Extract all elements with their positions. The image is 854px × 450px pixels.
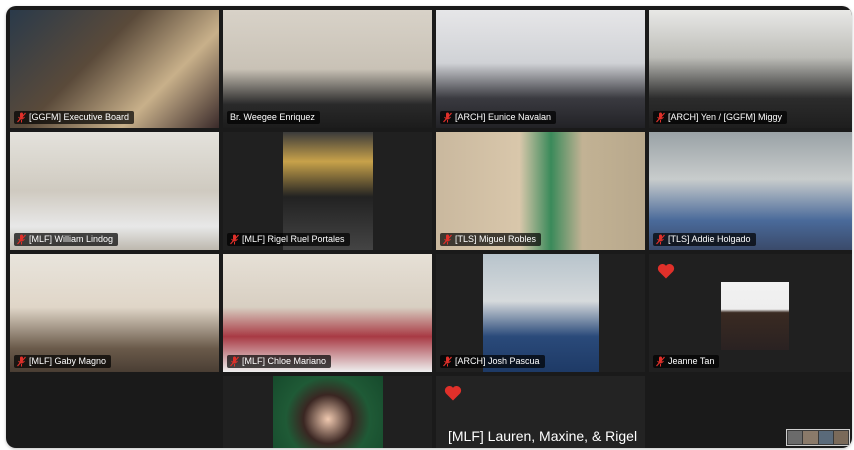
participant-name-label: [ARCH] Josh Pascua <box>440 355 545 368</box>
participant-name-label: Jeanne Tan <box>653 355 720 368</box>
microphone-muted-icon <box>656 356 665 367</box>
video-tile-green-portrait[interactable] <box>223 376 432 448</box>
video-tile-william-lindog[interactable]: [MLF] William Lindog <box>10 132 219 250</box>
microphone-muted-icon <box>230 356 239 367</box>
video-tile-chloe-mariano[interactable]: [MLF] Chloe Mariano <box>223 254 432 372</box>
heart-icon <box>657 264 675 279</box>
participant-name: [MLF] William Lindog <box>29 234 114 244</box>
microphone-muted-icon <box>443 234 452 245</box>
video-tile-miguel-robles[interactable]: [TLS] Miguel Robles <box>436 132 645 250</box>
participant-name-label: [MLF] Gaby Magno <box>14 355 112 368</box>
video-tile-addie-holgado[interactable]: [TLS] Addie Holgado <box>649 132 852 250</box>
microphone-muted-icon <box>17 356 26 367</box>
participant-name: Jeanne Tan <box>668 356 715 366</box>
participant-name-label: [MLF] William Lindog <box>14 233 119 246</box>
microphone-muted-icon <box>443 356 452 367</box>
thumbnail-cell <box>788 431 803 444</box>
participant-name: [MLF] Rigel Ruel Portales <box>242 234 345 244</box>
participant-name: [ARCH] Eunice Navalan <box>455 112 552 122</box>
participant-name-label: [TLS] Addie Holgado <box>653 233 756 246</box>
participant-name: [TLS] Miguel Robles <box>455 234 537 244</box>
microphone-muted-icon <box>17 234 26 245</box>
participant-name: [ARCH] Yen / [GGFM] Miggy <box>668 112 783 122</box>
participant-name: [MLF] Chloe Mariano <box>242 356 327 366</box>
participant-name-label: Br. Weegee Enriquez <box>227 111 320 124</box>
video-tile-josh-pascua[interactable]: [ARCH] Josh Pascua <box>436 254 645 372</box>
participant-name-label: [GGFM] Executive Board <box>14 111 135 124</box>
video-tile-yen-miggy[interactable]: [ARCH] Yen / [GGFM] Miggy <box>649 10 852 128</box>
participant-name: [TLS] Addie Holgado <box>668 234 751 244</box>
participant-name: [MLF] Gaby Magno <box>29 356 107 366</box>
zoom-gallery-view: [GGFM] Executive Board Br. Weegee Enriqu… <box>6 6 852 448</box>
microphone-muted-icon <box>443 112 452 123</box>
participant-image <box>273 376 383 448</box>
participant-name: [GGFM] Executive Board <box>29 112 130 122</box>
microphone-muted-icon <box>17 112 26 123</box>
participant-name-label: [MLF] Chloe Mariano <box>227 355 332 368</box>
participant-name: [ARCH] Josh Pascua <box>455 356 540 366</box>
microphone-muted-icon <box>656 112 665 123</box>
participant-image <box>721 282 789 350</box>
video-tile-weegee-enriquez[interactable]: Br. Weegee Enriquez <box>223 10 432 128</box>
thumbnail-cell <box>818 431 833 444</box>
participant-name-label: [ARCH] Yen / [GGFM] Miggy <box>653 111 788 124</box>
participant-name-label: [TLS] Miguel Robles <box>440 233 542 246</box>
thumbnail-cell <box>833 431 848 444</box>
video-tile-jeanne-tan[interactable]: Jeanne Tan <box>649 254 852 372</box>
video-tile-lauren-maxine-rigel[interactable]: [MLF] Lauren, Maxine, & Rigel <box>436 376 645 448</box>
video-tile-eunice-navalan[interactable]: [ARCH] Eunice Navalan <box>436 10 645 128</box>
video-tile-gaby-magno[interactable]: [MLF] Gaby Magno <box>10 254 219 372</box>
participant-name: Br. Weegee Enriquez <box>230 112 315 122</box>
thumbnail-cell <box>803 431 818 444</box>
participant-name-label: [MLF] Rigel Ruel Portales <box>227 233 350 246</box>
heart-icon <box>444 386 462 401</box>
microphone-muted-icon <box>230 234 239 245</box>
participant-name-label: [ARCH] Eunice Navalan <box>440 111 557 124</box>
participant-name: [MLF] Lauren, Maxine, & Rigel <box>448 428 638 444</box>
video-tile-executive-board[interactable]: [GGFM] Executive Board <box>10 10 219 128</box>
video-tile-rigel-ruel-portales[interactable]: [MLF] Rigel Ruel Portales <box>223 132 432 250</box>
microphone-muted-icon <box>656 234 665 245</box>
self-view-thumbnail[interactable] <box>786 429 850 446</box>
